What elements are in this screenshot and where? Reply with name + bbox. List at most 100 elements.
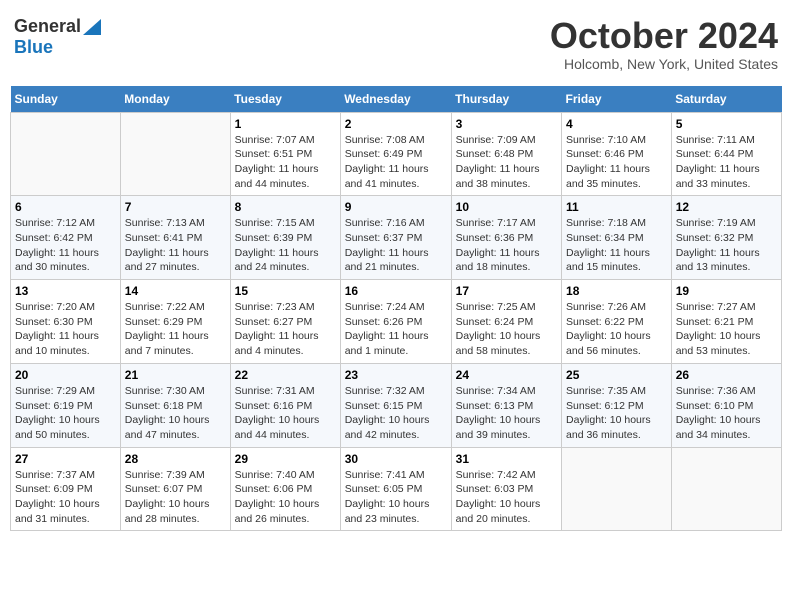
calendar-cell: 1Sunrise: 7:07 AMSunset: 6:51 PMDaylight…	[230, 112, 340, 196]
day-number: 1	[235, 117, 336, 131]
cell-details: Sunrise: 7:37 AMSunset: 6:09 PMDaylight:…	[15, 468, 116, 527]
logo-general-text: General	[14, 16, 81, 37]
calendar-cell: 7 Sunrise: 7:13 AMSunset: 6:41 PMDaylight…	[120, 196, 230, 280]
day-number: 8	[235, 200, 336, 214]
calendar-cell: 3 Sunrise: 7:09 AMSunset: 6:48 PMDaylight…	[451, 112, 561, 196]
calendar-cell: 19 Sunrise: 7:27 AMSunset: 6:21 PMDayligh…	[671, 280, 781, 364]
calendar-cell: 18 Sunrise: 7:26 AMSunset: 6:22 PMDayligh…	[562, 280, 672, 364]
cell-details: Sunrise: 7:42 AMSunset: 6:03 PMDaylight:…	[456, 468, 557, 527]
cell-details: Sunrise: 7:19 AMSunset: 6:32 PMDaylight:…	[676, 216, 777, 275]
day-number: 25	[566, 368, 667, 382]
calendar-cell: 31 Sunrise: 7:42 AMSunset: 6:03 PMDayligh…	[451, 447, 561, 531]
cell-details: Sunrise: 7:09 AMSunset: 6:48 PMDaylight:…	[456, 133, 557, 192]
calendar-cell: 5 Sunrise: 7:11 AMSunset: 6:44 PMDaylight…	[671, 112, 781, 196]
day-number: 28	[125, 452, 226, 466]
day-number: 17	[456, 284, 557, 298]
day-number: 27	[15, 452, 116, 466]
calendar-cell: 4 Sunrise: 7:10 AMSunset: 6:46 PMDaylight…	[562, 112, 672, 196]
day-number: 21	[125, 368, 226, 382]
day-number: 30	[345, 452, 447, 466]
cell-details: Sunrise: 7:39 AMSunset: 6:07 PMDaylight:…	[125, 468, 226, 527]
cell-details: Sunrise: 7:30 AMSunset: 6:18 PMDaylight:…	[125, 384, 226, 443]
calendar-cell: 9Sunrise: 7:16 AMSunset: 6:37 PMDaylight…	[340, 196, 451, 280]
cell-details: Sunrise: 7:18 AMSunset: 6:34 PMDaylight:…	[566, 216, 667, 275]
calendar-cell: 14 Sunrise: 7:22 AMSunset: 6:29 PMDayligh…	[120, 280, 230, 364]
day-number: 3	[456, 117, 557, 131]
calendar-cell	[120, 112, 230, 196]
header-thursday: Thursday	[451, 86, 561, 113]
day-number: 6	[15, 200, 116, 214]
page-header: General Blue October 2024 Holcomb, New Y…	[10, 10, 782, 78]
day-number: 13	[15, 284, 116, 298]
day-number: 24	[456, 368, 557, 382]
calendar-cell: 30 Sunrise: 7:41 AMSunset: 6:05 PMDayligh…	[340, 447, 451, 531]
day-number: 20	[15, 368, 116, 382]
cell-details: Sunrise: 7:35 AMSunset: 6:12 PMDaylight:…	[566, 384, 667, 443]
day-number: 2	[345, 117, 447, 131]
calendar-header-row: SundayMondayTuesdayWednesdayThursdayFrid…	[11, 86, 782, 113]
cell-details: Sunrise: 7:26 AMSunset: 6:22 PMDaylight:…	[566, 300, 667, 359]
cell-details: Sunrise: 7:22 AMSunset: 6:29 PMDaylight:…	[125, 300, 226, 359]
week-row-5: 27 Sunrise: 7:37 AMSunset: 6:09 PMDayligh…	[11, 447, 782, 531]
calendar-cell: 16 Sunrise: 7:24 AMSunset: 6:26 PMDayligh…	[340, 280, 451, 364]
day-number: 14	[125, 284, 226, 298]
cell-details: Sunrise: 7:17 AMSunset: 6:36 PMDaylight:…	[456, 216, 557, 275]
day-number: 15	[235, 284, 336, 298]
week-row-3: 13 Sunrise: 7:20 AMSunset: 6:30 PMDayligh…	[11, 280, 782, 364]
cell-details: Sunrise: 7:27 AMSunset: 6:21 PMDaylight:…	[676, 300, 777, 359]
title-block: October 2024 Holcomb, New York, United S…	[550, 16, 778, 72]
calendar-cell: 20 Sunrise: 7:29 AMSunset: 6:19 PMDayligh…	[11, 363, 121, 447]
calendar-cell: 11Sunrise: 7:18 AMSunset: 6:34 PMDayligh…	[562, 196, 672, 280]
calendar-cell: 2Sunrise: 7:08 AMSunset: 6:49 PMDaylight…	[340, 112, 451, 196]
calendar-cell: 28 Sunrise: 7:39 AMSunset: 6:07 PMDayligh…	[120, 447, 230, 531]
calendar-location: Holcomb, New York, United States	[550, 56, 778, 72]
calendar-cell: 12 Sunrise: 7:19 AMSunset: 6:32 PMDayligh…	[671, 196, 781, 280]
cell-details: Sunrise: 7:40 AMSunset: 6:06 PMDaylight:…	[235, 468, 336, 527]
calendar-table: SundayMondayTuesdayWednesdayThursdayFrid…	[10, 86, 782, 532]
day-number: 26	[676, 368, 777, 382]
header-friday: Friday	[562, 86, 672, 113]
cell-details: Sunrise: 7:20 AMSunset: 6:30 PMDaylight:…	[15, 300, 116, 359]
cell-details: Sunrise: 7:36 AMSunset: 6:10 PMDaylight:…	[676, 384, 777, 443]
cell-details: Sunrise: 7:41 AMSunset: 6:05 PMDaylight:…	[345, 468, 447, 527]
calendar-cell: 29Sunrise: 7:40 AMSunset: 6:06 PMDayligh…	[230, 447, 340, 531]
calendar-cell: 6 Sunrise: 7:12 AMSunset: 6:42 PMDaylight…	[11, 196, 121, 280]
day-number: 16	[345, 284, 447, 298]
week-row-2: 6 Sunrise: 7:12 AMSunset: 6:42 PMDaylight…	[11, 196, 782, 280]
day-number: 9	[345, 200, 447, 214]
cell-details: Sunrise: 7:24 AMSunset: 6:26 PMDaylight:…	[345, 300, 447, 359]
header-sunday: Sunday	[11, 86, 121, 113]
day-number: 12	[676, 200, 777, 214]
day-number: 22	[235, 368, 336, 382]
cell-details: Sunrise: 7:13 AMSunset: 6:41 PMDaylight:…	[125, 216, 226, 275]
calendar-cell: 22Sunrise: 7:31 AMSunset: 6:16 PMDayligh…	[230, 363, 340, 447]
cell-details: Sunrise: 7:12 AMSunset: 6:42 PMDaylight:…	[15, 216, 116, 275]
week-row-1: 1Sunrise: 7:07 AMSunset: 6:51 PMDaylight…	[11, 112, 782, 196]
logo: General Blue	[14, 16, 101, 58]
day-number: 19	[676, 284, 777, 298]
cell-details: Sunrise: 7:32 AMSunset: 6:15 PMDaylight:…	[345, 384, 447, 443]
cell-details: Sunrise: 7:23 AMSunset: 6:27 PMDaylight:…	[235, 300, 336, 359]
cell-details: Sunrise: 7:29 AMSunset: 6:19 PMDaylight:…	[15, 384, 116, 443]
day-number: 31	[456, 452, 557, 466]
day-number: 18	[566, 284, 667, 298]
cell-details: Sunrise: 7:10 AMSunset: 6:46 PMDaylight:…	[566, 133, 667, 192]
cell-details: Sunrise: 7:11 AMSunset: 6:44 PMDaylight:…	[676, 133, 777, 192]
day-number: 10	[456, 200, 557, 214]
calendar-cell: 25 Sunrise: 7:35 AMSunset: 6:12 PMDayligh…	[562, 363, 672, 447]
cell-details: Sunrise: 7:15 AMSunset: 6:39 PMDaylight:…	[235, 216, 336, 275]
calendar-cell	[562, 447, 672, 531]
day-number: 4	[566, 117, 667, 131]
day-number: 5	[676, 117, 777, 131]
calendar-title: October 2024	[550, 16, 778, 56]
calendar-cell: 23 Sunrise: 7:32 AMSunset: 6:15 PMDayligh…	[340, 363, 451, 447]
header-wednesday: Wednesday	[340, 86, 451, 113]
calendar-cell: 10 Sunrise: 7:17 AMSunset: 6:36 PMDayligh…	[451, 196, 561, 280]
cell-details: Sunrise: 7:34 AMSunset: 6:13 PMDaylight:…	[456, 384, 557, 443]
header-monday: Monday	[120, 86, 230, 113]
header-saturday: Saturday	[671, 86, 781, 113]
cell-details: Sunrise: 7:25 AMSunset: 6:24 PMDaylight:…	[456, 300, 557, 359]
day-number: 7	[125, 200, 226, 214]
calendar-cell: 26 Sunrise: 7:36 AMSunset: 6:10 PMDayligh…	[671, 363, 781, 447]
day-number: 23	[345, 368, 447, 382]
